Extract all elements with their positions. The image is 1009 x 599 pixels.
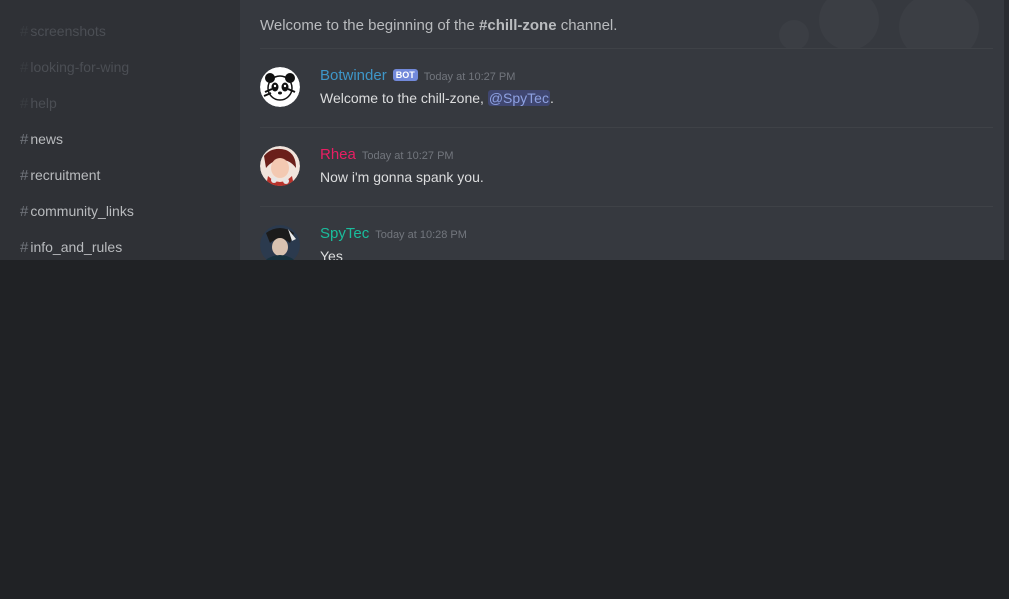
hash-icon: # bbox=[20, 22, 29, 40]
divider bbox=[260, 48, 993, 49]
timestamp: Today at 10:27 PM bbox=[361, 150, 454, 162]
channel-item-looking-for-wing[interactable]: # looking-for-wing bbox=[20, 55, 129, 79]
channel-item-help[interactable]: # help bbox=[20, 91, 57, 115]
channel-label: screenshots bbox=[30, 23, 106, 39]
channel-item-info-and-rules[interactable]: # info_and_rules bbox=[20, 235, 122, 259]
hash-icon: # bbox=[20, 58, 29, 76]
hash-icon: # bbox=[20, 166, 29, 184]
hash-icon: # bbox=[20, 130, 29, 148]
timestamp: Today at 10:28 PM bbox=[375, 229, 467, 241]
bot-badge: BOT bbox=[392, 69, 418, 81]
message-header: Rhea Today at 10:27 PM bbox=[320, 146, 454, 166]
message-content: Now i'm gonna spank you. bbox=[320, 169, 484, 185]
channel-label: recruitment bbox=[30, 167, 101, 183]
user-mention[interactable]: @SpyTec bbox=[487, 90, 550, 106]
message-content: Yes bbox=[320, 248, 343, 260]
hash-icon: # bbox=[20, 202, 29, 220]
username[interactable]: SpyTec bbox=[320, 225, 369, 242]
channel-name: #chill-zone bbox=[479, 17, 557, 34]
channel-item-recruitment[interactable]: # recruitment bbox=[20, 163, 100, 187]
welcome-suffix: channel. bbox=[556, 17, 618, 34]
divider bbox=[260, 206, 993, 207]
channel-item-screenshots[interactable]: # screenshots bbox=[20, 19, 106, 43]
discord-window: # screenshots # looking-for-wing # help … bbox=[0, 0, 1009, 260]
username[interactable]: Rhea bbox=[320, 146, 356, 163]
message-item: SpyTec Today at 10:28 PM Yes bbox=[260, 225, 990, 260]
channel-label: news bbox=[30, 131, 64, 147]
channel-label: community_links bbox=[30, 203, 134, 219]
channel-sidebar: # screenshots # looking-for-wing # help … bbox=[0, 0, 240, 260]
hash-icon: # bbox=[20, 238, 29, 256]
hash-icon: # bbox=[20, 94, 29, 112]
message-text: . bbox=[549, 90, 554, 106]
message-item: Rhea Today at 10:27 PM Now i'm gonna spa… bbox=[260, 146, 990, 206]
message-item: Botwinder BOT Today at 10:27 PM Welcome … bbox=[260, 67, 990, 127]
channel-item-community-links[interactable]: # community_links bbox=[20, 199, 134, 223]
avatar[interactable] bbox=[260, 225, 300, 260]
channel-item-news[interactable]: # news bbox=[20, 127, 63, 151]
channel-label: help bbox=[30, 95, 57, 111]
avatar[interactable] bbox=[260, 67, 300, 107]
divider bbox=[260, 127, 993, 128]
username[interactable]: Botwinder bbox=[320, 67, 387, 84]
message-header: SpyTec Today at 10:28 PM bbox=[320, 225, 467, 245]
channel-label: info_and_rules bbox=[30, 239, 123, 255]
message-header: Botwinder BOT Today at 10:27 PM bbox=[320, 67, 515, 87]
message-content: Welcome to the chill-zone, @SpyTec. bbox=[320, 90, 554, 106]
channel-welcome-text: Welcome to the beginning of the #chill-z… bbox=[260, 14, 617, 38]
channel-label: looking-for-wing bbox=[30, 59, 130, 75]
channel-intro-illustration bbox=[779, 0, 979, 48]
avatar[interactable] bbox=[260, 146, 300, 186]
message-text: Welcome to the chill-zone, bbox=[320, 90, 488, 106]
welcome-prefix: Welcome to the beginning of the bbox=[260, 17, 480, 34]
timestamp: Today at 10:27 PM bbox=[423, 71, 516, 83]
chat-pane: Welcome to the beginning of the #chill-z… bbox=[240, 0, 1009, 260]
chat-scrollbar[interactable] bbox=[1004, 0, 1009, 260]
